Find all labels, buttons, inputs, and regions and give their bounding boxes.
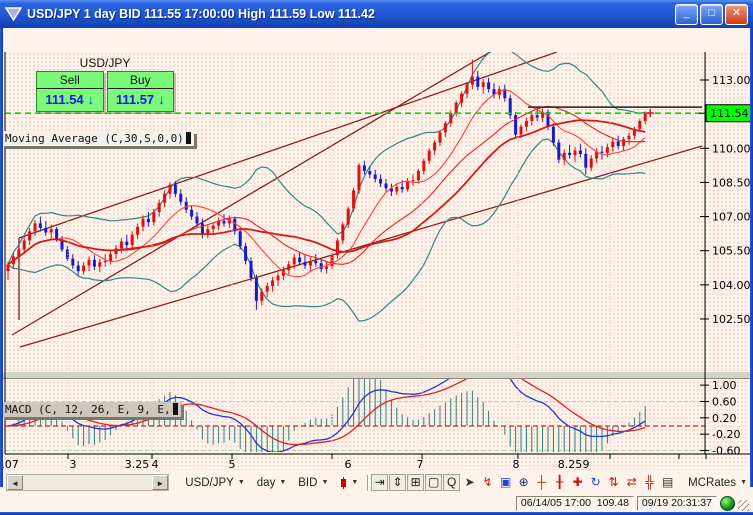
- svg-text:9: 9: [583, 458, 590, 470]
- scroll-left-button[interactable]: ◄: [7, 475, 23, 490]
- price-type-dropdown-value: BID: [298, 476, 318, 489]
- toolbar-separator: [367, 474, 369, 491]
- moving-average-label-text: Moving Average (C,30,S,0,0): [5, 132, 184, 145]
- zoom-mode-icon[interactable]: Q: [443, 474, 461, 491]
- quote-panel-pair: USD/JPY: [79, 56, 131, 70]
- buy-price: 111.57: [115, 92, 155, 107]
- scroll-right-button[interactable]: ►: [152, 475, 169, 490]
- app-logo-icon: [5, 7, 22, 22]
- svg-text:3.25: 3.25: [125, 458, 150, 470]
- svg-text:4: 4: [152, 458, 159, 470]
- scale-all-icon[interactable]: ╬: [641, 474, 658, 491]
- toolbar-icon-group: ⇥ ⇕ ⊞ ▢ Q ➤ ↯ ▣ ⊕ ┼ ╂ ✚ ↻ ⇅ ⇄ ╬ ▤: [371, 474, 676, 491]
- chevron-down-icon: ▼: [351, 479, 359, 486]
- buy-arrow-down-icon: ↓: [158, 92, 165, 107]
- svg-text:6: 6: [345, 458, 352, 470]
- svg-text:5: 5: [229, 458, 236, 470]
- last-update-field: 06/14/05 17:00 109.48: [515, 496, 634, 511]
- chart-toolbar: ◄ ► USD/JPY ▼ day ▼ BID ▼ ▼ ⇥ ⇕ ⊞ ▢ Q ➤ ↯ ▣ ⊕ ┼ ╂ ✚ ↻ ⇅ ⇄…: [0, 470, 753, 495]
- svg-text:107.00: 107.00: [712, 211, 751, 224]
- sell-price: 111.54: [45, 92, 84, 107]
- trading-station-window: USD/JPY 1 day BID 111.55 17:00:00 High 1…: [0, 0, 753, 515]
- minimize-button[interactable]: _: [675, 3, 698, 25]
- crosshair-left-icon[interactable]: ┼: [533, 474, 550, 491]
- sell-arrow-down-icon: ↓: [87, 92, 95, 107]
- svg-text:7: 7: [417, 458, 424, 470]
- svg-text:3: 3: [70, 458, 77, 470]
- scale-horizontal-icon[interactable]: ⇄: [623, 474, 640, 491]
- sell-button[interactable]: Sell 111.54 ↓: [36, 71, 104, 112]
- period-dropdown-value: day: [256, 476, 276, 489]
- scale-vertical-icon[interactable]: ⇅: [605, 474, 622, 491]
- svg-text:113.00: 113.00: [712, 74, 751, 87]
- macd-label-text: MACD (C, 12, 26, E, 9, E,: [5, 403, 171, 416]
- macd-label[interactable]: MACD (C, 12, 26, E, 9, E,: [2, 402, 181, 417]
- text-cursor: [172, 403, 178, 415]
- window-titlebar[interactable]: USD/JPY 1 day BID 111.55 17:00:00 High 1…: [0, 0, 753, 28]
- svg-text:111.54: 111.54: [710, 107, 749, 120]
- svg-text:105.50: 105.50: [712, 245, 751, 258]
- sell-label: Sell: [37, 72, 103, 89]
- svg-text:-0.60: -0.60: [712, 445, 740, 458]
- select-region-icon[interactable]: ▢: [425, 474, 443, 491]
- svg-text:1.00: 1.00: [712, 379, 737, 392]
- chart-scrollbar[interactable]: ◄ ►: [6, 474, 170, 491]
- price-type-dropdown[interactable]: BID ▼: [292, 477, 334, 489]
- maximize-button[interactable]: □: [700, 3, 723, 25]
- crosshair-full-icon[interactable]: ╂: [551, 474, 568, 491]
- clock-field: 09/19 20:31:37: [636, 496, 717, 511]
- svg-text:0.20: 0.20: [712, 412, 737, 425]
- svg-text:8: 8: [513, 458, 520, 470]
- svg-text:.07: .07: [1, 458, 19, 470]
- chevron-down-icon: ▼: [237, 479, 245, 486]
- crosshair-vert-icon[interactable]: ✚: [569, 474, 586, 491]
- period-dropdown[interactable]: day ▼: [251, 477, 292, 489]
- status-bar: 06/14/05 17:00 109.48 09/19 20:31:37: [0, 495, 753, 512]
- svg-text:104.00: 104.00: [712, 279, 751, 292]
- grid-icon[interactable]: ⊞: [407, 474, 425, 491]
- svg-text:102.50: 102.50: [712, 313, 751, 326]
- svg-text:8.25: 8.25: [558, 458, 583, 470]
- chart-area: 113.00 110.00 108.50 107.00 105.50 104.00 102.…: [0, 52, 753, 470]
- rates-feed-dropdown[interactable]: MCRates ▼: [682, 477, 753, 489]
- buy-button[interactable]: Buy 111.57 ↓: [106, 71, 174, 112]
- pair-dropdown[interactable]: USD/JPY ▼: [179, 477, 251, 489]
- rotate-icon[interactable]: ↻: [587, 474, 604, 491]
- chart-style-dropdown[interactable]: ▼: [334, 476, 364, 489]
- scrollbar-track[interactable]: [23, 475, 152, 490]
- svg-text:108.50: 108.50: [712, 176, 751, 189]
- goto-last-icon[interactable]: ⇥: [371, 474, 389, 491]
- chart-template-icon[interactable]: ▤: [659, 474, 676, 491]
- draw-line-icon[interactable]: ↯: [479, 474, 496, 491]
- connection-globe-icon: [720, 496, 735, 511]
- fit-vertical-icon[interactable]: ⇕: [389, 474, 407, 491]
- pointer-tool-icon[interactable]: ➤: [461, 474, 478, 491]
- close-button[interactable]: ✕: [725, 3, 748, 25]
- objects-icon[interactable]: ▣: [497, 474, 514, 491]
- svg-text:0.60: 0.60: [712, 395, 737, 408]
- moving-average-label[interactable]: Moving Average (C,30,S,0,0): [2, 131, 194, 146]
- quote-panel: USD/JPY Sell 111.54 ↓ Buy 111.57 ↓: [36, 56, 174, 112]
- pair-dropdown-value: USD/JPY: [185, 476, 234, 489]
- rates-feed-value: MCRates: [688, 476, 737, 489]
- chevron-down-icon: ▼: [279, 479, 287, 486]
- svg-text:-0.20: -0.20: [712, 428, 740, 441]
- chevron-down-icon: ▼: [740, 479, 747, 486]
- window-title: USD/JPY 1 day BID 111.55 17:00:00 High 1…: [27, 7, 375, 21]
- chevron-down-icon: ▼: [321, 479, 329, 486]
- candlestick-style-icon: [340, 476, 348, 489]
- text-cursor: [185, 132, 191, 144]
- buy-label: Buy: [107, 72, 173, 89]
- svg-text:110.00: 110.00: [712, 142, 751, 155]
- zoom-in-icon[interactable]: ⊕: [515, 474, 532, 491]
